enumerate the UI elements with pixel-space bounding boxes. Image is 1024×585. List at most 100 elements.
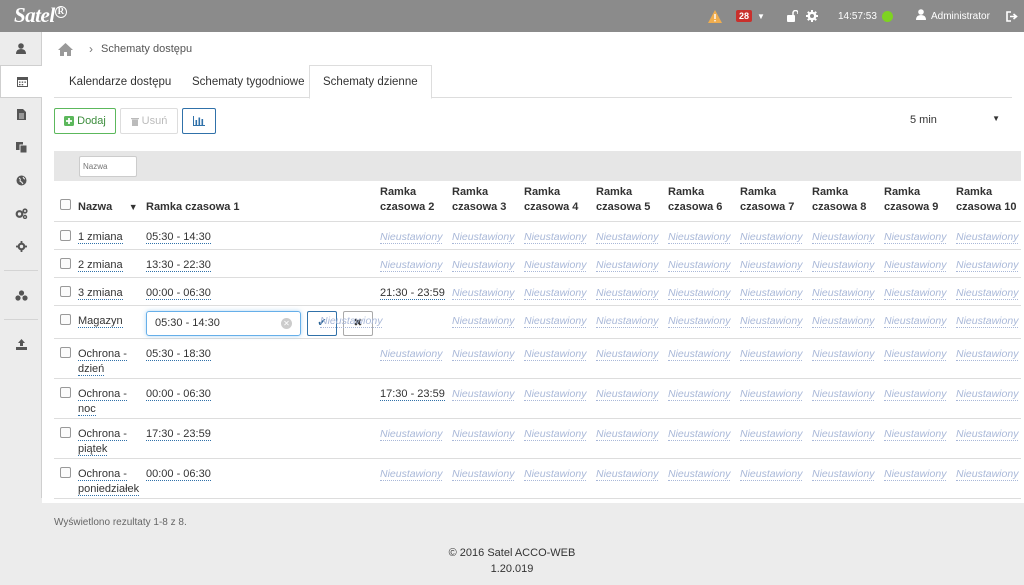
row-checkbox[interactable]	[60, 229, 71, 241]
interval-select[interactable]: 5 min ▼	[910, 114, 1000, 126]
row-checkbox[interactable]	[60, 313, 71, 325]
table-row[interactable]: Ochrona - piątek 17:30 - 23:59 Nieustawion…	[54, 418, 1021, 459]
time-frame-unset-link[interactable]: Nieustawiony	[380, 347, 443, 361]
time-frame-unset-link[interactable]: Nieustawiony	[740, 314, 803, 328]
time-frame-unset-link[interactable]: Nieustawiony	[812, 258, 875, 272]
column-header-name[interactable]: Nazwa ▼	[78, 181, 146, 222]
time-frame-unset-link[interactable]: Nieustawiony	[740, 347, 803, 361]
column-header-time-frame[interactable]: Ramka czasowa 10	[956, 181, 1021, 222]
scheme-name-link[interactable]: Ochrona - poniedziałek	[78, 467, 140, 496]
column-header-time-frame[interactable]: Ramka czasowa 7	[740, 181, 812, 222]
time-frame-unset-link[interactable]: Nieustawiony	[596, 347, 659, 361]
time-frame-unset-link[interactable]: Nieustawiony	[740, 427, 803, 441]
select-all-checkbox[interactable]	[60, 198, 71, 210]
time-frame-unset-link[interactable]: Nieustawiony	[380, 467, 443, 481]
row-checkbox[interactable]	[60, 426, 71, 438]
time-frame-unset-link[interactable]: Nieustawiony	[524, 467, 587, 481]
time-frame-unset-link[interactable]: Nieustawiony	[524, 258, 587, 272]
time-frame-unset-link[interactable]: Nieustawiony	[668, 347, 731, 361]
time-frame-unset-link[interactable]: Nieustawiony	[884, 347, 947, 361]
column-header-time-frame[interactable]: Ramka czasowa 2	[380, 181, 452, 222]
time-frame-unset-link[interactable]: Nieustawiony	[956, 387, 1019, 401]
time-frame-unset-link[interactable]: Nieustawiony	[812, 387, 875, 401]
column-header-time-frame[interactable]: Ramka czasowa 5	[596, 181, 668, 222]
sidebar-item-settings[interactable]	[0, 230, 42, 263]
table-row[interactable]: Ochrona - dzień 05:30 - 18:30 Nieustawiony…	[54, 338, 1021, 379]
sort-desc-icon[interactable]: ▼	[126, 202, 138, 212]
logout-icon[interactable]	[1006, 0, 1018, 32]
time-frame-unset-link[interactable]: Nieustawiony	[956, 467, 1019, 481]
sidebar-item-configuration[interactable]	[0, 197, 42, 230]
time-frame-unset-link[interactable]: Nieustawiony	[596, 314, 659, 328]
column-header-time-frame[interactable]: Ramka czasowa 8	[812, 181, 884, 222]
time-frame-unset-link[interactable]: Nieustawiony	[452, 286, 515, 300]
time-frame-unset-link[interactable]: Nieustawiony	[884, 427, 947, 441]
time-frame-unset-link[interactable]: Nieustawiony	[524, 286, 587, 300]
time-frame-unset-link[interactable]: Nieustawiony	[380, 427, 443, 441]
time-frame-unset-link[interactable]: Nieustawiony	[812, 347, 875, 361]
tab-access-calendars[interactable]: Kalendarze dostępu	[56, 65, 184, 98]
time-frame-unset-link[interactable]: Nieustawiony	[812, 427, 875, 441]
time-frame-unset-link[interactable]: Nieustawiony	[884, 286, 947, 300]
scheme-name-link[interactable]: Ochrona - dzień	[78, 347, 127, 376]
time-frame-unset-link[interactable]: Nieustawiony	[956, 230, 1019, 244]
time-frame-unset-link[interactable]: Nieustawiony	[524, 347, 587, 361]
table-row[interactable]: 2 zmiana 13:30 - 22:30 Nieustawiony Nieusta…	[54, 249, 1021, 278]
clear-input-icon[interactable]: ✕	[281, 317, 292, 329]
time-frame-unset-link[interactable]: Nieustawiony	[596, 467, 659, 481]
sidebar-item-copies[interactable]	[0, 131, 42, 164]
time-frame-unset-link[interactable]: Nieustawiony	[596, 387, 659, 401]
tab-weekly-schemes[interactable]: Schematy tygodniowe	[179, 65, 318, 98]
scheme-name-link[interactable]: 1 zmiana	[78, 230, 123, 244]
time-frame-unset-link[interactable]: Nieustawiony	[668, 387, 731, 401]
time-frame-unset-link[interactable]: Nieustawiony	[884, 230, 947, 244]
table-row[interactable]: Ochrona - poniedziałek 00:00 - 06:30 Nieus…	[54, 458, 1021, 499]
table-row[interactable]: Magazyn 05:30 - 14:30 ✕ ✔ ✖ Nieustawiony Nieus…	[54, 305, 1021, 339]
time-frame-unset-link[interactable]: Nieustawiony	[740, 286, 803, 300]
scheme-name-link[interactable]: Magazyn	[78, 314, 123, 328]
time-frame-unset-link[interactable]: Nieustawiony	[668, 427, 731, 441]
scheme-name-link[interactable]: Ochrona - noc	[78, 387, 127, 416]
time-frame-unset-link[interactable]: Nieustawiony	[452, 387, 515, 401]
time-frame-unset-link[interactable]: Nieustawiony	[668, 258, 731, 272]
time-frame-unset-link[interactable]: Nieustawiony	[812, 286, 875, 300]
time-frame-unset-link[interactable]: Nieustawiony	[812, 230, 875, 244]
sidebar-item-schedules[interactable]	[0, 65, 43, 98]
row-checkbox[interactable]	[60, 386, 71, 398]
time-frame-unset-link[interactable]: Nieustawiony	[380, 258, 443, 272]
row-checkbox[interactable]	[60, 466, 71, 478]
time-frame-unset-link[interactable]: Nieustawiony	[596, 258, 659, 272]
time-frame-link[interactable]: 05:30 - 14:30	[146, 230, 211, 244]
time-frame-unset-link[interactable]: Nieustawiony	[812, 467, 875, 481]
warning-icon[interactable]	[708, 0, 722, 32]
delete-button[interactable]: Usuń	[120, 108, 178, 134]
time-frame-unset-link[interactable]: Nieustawiony	[884, 258, 947, 272]
time-frame-unset-link[interactable]: Nieustawiony	[524, 314, 587, 328]
time-frame-unset-link[interactable]: Nieustawiony	[524, 427, 587, 441]
time-frame-unset-link[interactable]: Nieustawiony	[956, 258, 1019, 272]
time-frame-unset-link[interactable]: Nieustawiony	[452, 258, 515, 272]
time-frame-unset-link[interactable]: Nieustawiony	[668, 314, 731, 328]
settings-gear-icon[interactable]	[806, 0, 818, 32]
time-frame-unset-link[interactable]: Nieustawiony	[956, 427, 1019, 441]
time-frame-unset-link[interactable]: Nieustawiony	[452, 230, 515, 244]
column-header-time-frame[interactable]: Ramka czasowa 6	[668, 181, 740, 222]
sidebar-item-devices[interactable]	[0, 279, 42, 312]
user-menu[interactable]: Administrator	[916, 0, 990, 32]
scheme-name-link[interactable]: Ochrona - piątek	[78, 427, 127, 456]
time-frame-link[interactable]: 00:00 - 06:30	[146, 387, 211, 401]
add-button[interactable]: Dodaj	[54, 108, 116, 134]
column-header-time-frame[interactable]: Ramka czasowa 4	[524, 181, 596, 222]
row-checkbox[interactable]	[60, 346, 71, 358]
time-frame-unset-link[interactable]: Nieustawiony	[596, 427, 659, 441]
time-frame-unset-link[interactable]: Nieustawiony	[956, 286, 1019, 300]
unlock-icon[interactable]	[786, 0, 798, 32]
table-row[interactable]: 1 zmiana 05:30 - 14:30 Nieustawiony Nieusta…	[54, 221, 1021, 250]
table-row[interactable]: 3 zmiana 00:00 - 06:30 21:30 - 23:59 Nieust…	[54, 277, 1021, 306]
time-frame-unset-link[interactable]: Nieustawiony	[956, 314, 1019, 328]
time-frame-unset-link[interactable]: Nieustawiony	[452, 467, 515, 481]
tab-daily-schemes[interactable]: Schematy dzienne	[309, 65, 432, 99]
time-frame-unset-link[interactable]: Nieustawiony	[596, 230, 659, 244]
time-frame-unset-link[interactable]: Nieustawiony	[956, 347, 1019, 361]
time-frame-unset-link[interactable]: Nieustawiony	[740, 230, 803, 244]
